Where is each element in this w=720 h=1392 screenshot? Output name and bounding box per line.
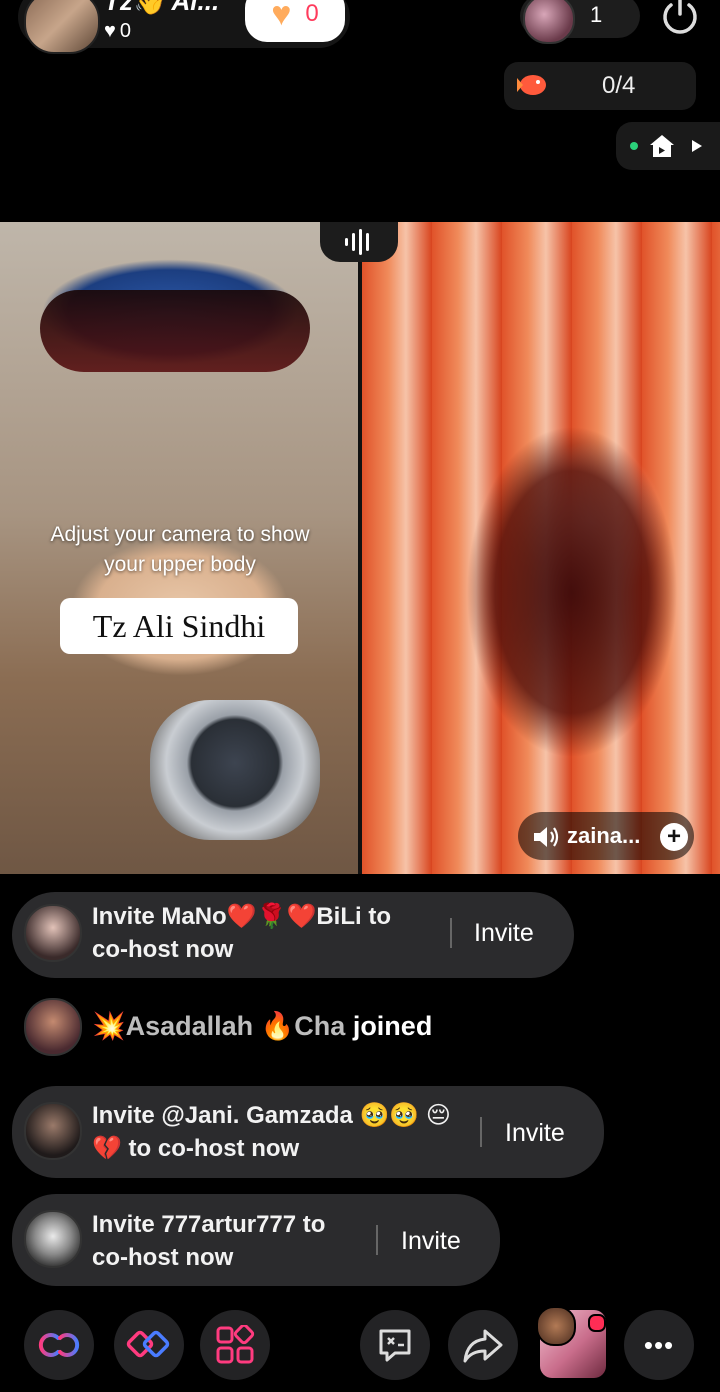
speaker-icon (534, 827, 559, 847)
more-icon: ••• (643, 1329, 675, 1360)
heart-icon: ♥ (271, 0, 292, 33)
invite-button[interactable]: Invite (474, 919, 534, 948)
host-likes-count: 0 (119, 20, 131, 42)
co-host-button[interactable] (114, 1310, 184, 1380)
guest-name: zaina... (567, 823, 641, 848)
live-status-dot (630, 142, 638, 150)
invite-button[interactable]: Invite (401, 1227, 461, 1256)
chevron-right-icon[interactable] (690, 138, 704, 154)
more-button[interactable]: ••• (624, 1310, 694, 1380)
host-video-detail (40, 290, 310, 372)
invite-text: Invite 777artur777 to co-host now (92, 1211, 326, 1271)
host-avatar[interactable] (24, 0, 100, 54)
link-button[interactable] (24, 1310, 94, 1380)
avatar[interactable] (24, 1210, 82, 1268)
chat-icon (379, 1329, 411, 1362)
host-video-detail (150, 700, 320, 840)
invite-button[interactable]: Invite (505, 1119, 565, 1148)
diamonds-icon (126, 1330, 170, 1358)
join-action: joined (352, 1011, 433, 1041)
join-user-name[interactable]: 💥Asadallah 🔥Cha (92, 1011, 345, 1041)
house-icon[interactable] (648, 132, 676, 160)
power-icon[interactable] (658, 0, 702, 38)
camera-hint: Adjust your camera to show your upper bo… (50, 523, 310, 576)
viewer-avatar[interactable] (523, 0, 575, 44)
grid-icon (216, 1325, 255, 1364)
share-button[interactable] (448, 1310, 518, 1380)
avatar[interactable] (24, 998, 82, 1056)
notification-dot (588, 1314, 606, 1332)
guest-video[interactable] (362, 222, 720, 874)
comment-button[interactable] (360, 1310, 430, 1380)
invite-text: Invite MaNo❤️🌹❤️BiLi to co-host now (92, 903, 391, 963)
video-divider (358, 222, 362, 874)
viewer-count: 1 (590, 2, 603, 27)
invite-text: Invite @Jani. Gamzada 🥹🥹 😔💔 to co-host n… (92, 1102, 451, 1162)
host-likes: ♥ 0 (104, 20, 131, 43)
avatar[interactable] (24, 1102, 82, 1160)
avatar[interactable] (24, 904, 82, 962)
add-guest-button[interactable]: + (660, 823, 688, 851)
divider (376, 1225, 378, 1255)
gift-avatar (536, 1306, 576, 1346)
divider (480, 1117, 482, 1147)
link-icon (38, 1333, 80, 1357)
join-message: 💥Asadallah 🔥Cha joined (92, 1010, 432, 1042)
goal-progress: 0/4 (602, 72, 636, 99)
sound-wave-icon (345, 229, 369, 255)
apps-button[interactable] (200, 1310, 270, 1380)
host-name-tag: Tz Ali Sindhi (60, 598, 298, 654)
follow-count: 0 (305, 0, 319, 27)
divider (450, 918, 452, 948)
heart-icon: ♥ (104, 20, 116, 42)
host-name: Tz👋 Al... (104, 0, 220, 16)
share-arrow-icon (463, 1329, 503, 1363)
fish-icon (517, 75, 546, 95)
follow-button[interactable]: ♥ 0 (245, 0, 345, 42)
